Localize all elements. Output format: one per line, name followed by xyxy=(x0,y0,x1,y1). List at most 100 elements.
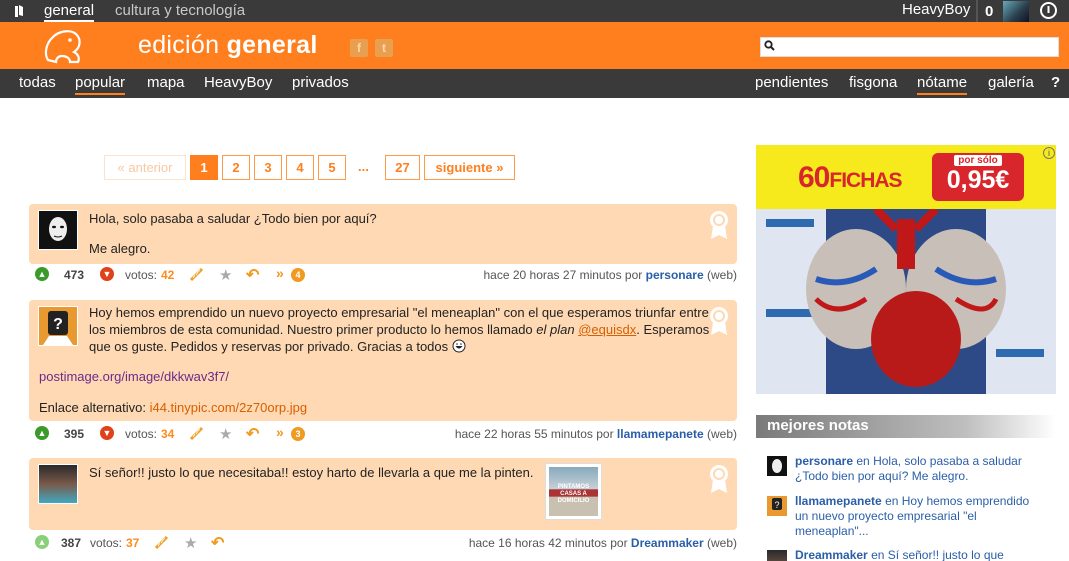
karma-value: 387 xyxy=(61,536,82,550)
note-text: Hola, solo pasaba a saludar ¿Todo bien p… xyxy=(89,210,689,257)
nav-popular[interactable]: popular xyxy=(75,74,126,95)
star-icon[interactable]: ★ xyxy=(219,266,232,284)
avatar[interactable] xyxy=(767,456,787,476)
best-note-item[interactable]: personare en Hola, solo pasaba a saludar… xyxy=(795,454,1045,484)
page-5[interactable]: 5 xyxy=(318,155,346,180)
advertisement[interactable]: 60FICHAS por sólo 0,95€ i xyxy=(756,145,1056,394)
note-author[interactable]: personare xyxy=(646,268,704,282)
reply-icon[interactable]: ↶ xyxy=(246,424,259,444)
note-via: (web) xyxy=(706,427,737,441)
best-note-item[interactable]: llamamepanete en Hoy hemos emprendido un… xyxy=(795,494,1045,539)
nav-fisgona[interactable]: fisgona xyxy=(849,74,897,91)
page-1[interactable]: 1 xyxy=(190,155,218,180)
best-note-item[interactable]: Dreammaker en Sí señor!! justo lo que xyxy=(795,548,1045,561)
vote-up-icon[interactable]: ▲ xyxy=(35,267,49,281)
reply-icon[interactable]: ↶ xyxy=(211,533,224,553)
feather-icon[interactable] xyxy=(189,266,205,285)
ad-info-icon[interactable]: i xyxy=(1043,147,1055,159)
nav-privados[interactable]: privados xyxy=(292,74,349,91)
ad-price-label: por sólo xyxy=(954,155,1002,166)
page-27[interactable]: 27 xyxy=(385,155,420,180)
avatar[interactable]: ? xyxy=(38,306,78,346)
note-text: Hoy hemos emprendido un nuevo proyecto e… xyxy=(89,304,729,355)
star-icon[interactable]: ★ xyxy=(184,534,197,552)
username-link[interactable]: HeavyBoy xyxy=(902,1,970,18)
laugh-emoji-icon xyxy=(452,339,466,354)
votes-label: votos: xyxy=(125,427,158,441)
note-paragraph: Hoy hemos emprendido un nuevo proyecto e… xyxy=(89,304,729,355)
nav-galeria[interactable]: galería xyxy=(988,74,1034,91)
best-note-author[interactable]: Dreammaker xyxy=(795,548,868,561)
search-box[interactable] xyxy=(760,37,1059,57)
notification-count[interactable]: 0 xyxy=(985,3,993,20)
votes-count[interactable]: 42 xyxy=(161,268,174,282)
avatar[interactable] xyxy=(767,550,787,561)
nav-mapa[interactable]: mapa xyxy=(147,74,185,91)
vote-down-icon[interactable]: ▼ xyxy=(100,426,114,440)
note-card: ? Hoy hemos emprendido un nuevo proyecto… xyxy=(29,300,737,421)
votes-label: votos: xyxy=(125,268,158,282)
reply-count[interactable]: 4 xyxy=(291,268,305,282)
conversation-icon[interactable]: » xyxy=(276,265,284,281)
avatar[interactable] xyxy=(38,210,78,250)
tab-general[interactable]: general xyxy=(44,2,95,22)
meneame-logo[interactable] xyxy=(40,26,86,66)
alt-link-label: Enlace alternativo: xyxy=(39,400,150,415)
best-note-author[interactable]: personare xyxy=(795,454,853,468)
reply-count[interactable]: 3 xyxy=(291,427,305,441)
note-footer: hace 22 horas 55 minutos por llamamepane… xyxy=(455,427,737,441)
votes-count[interactable]: 37 xyxy=(126,536,139,550)
ad-price-box: por sólo 0,95€ xyxy=(932,153,1024,201)
nav-help[interactable]: ? xyxy=(1051,74,1060,91)
note-via: (web) xyxy=(706,268,737,282)
vote-up-icon[interactable]: ▲ xyxy=(35,426,49,440)
search-icon xyxy=(764,40,775,54)
reply-icon[interactable]: ↶ xyxy=(246,265,259,285)
note-footer: hace 20 horas 27 minutos por personare (… xyxy=(484,268,738,282)
user-avatar[interactable] xyxy=(1003,1,1029,22)
karma-value: 473 xyxy=(64,268,85,282)
note-meta: ▲ 387 votos: 37 ★ ↶ hace 16 horas 42 min… xyxy=(35,534,737,552)
avatar[interactable]: ? xyxy=(767,496,787,516)
svg-text:?: ? xyxy=(53,316,63,333)
twitter-icon[interactable]: t xyxy=(375,39,393,57)
vote-up-icon[interactable]: ▲ xyxy=(35,535,49,549)
feather-icon[interactable] xyxy=(154,534,170,553)
title-light: edición xyxy=(138,31,220,59)
badge-icon xyxy=(708,210,730,240)
note-meta: ▲ 473 ▼ votos: 42 ★ ↶ » 4 hace 20 horas … xyxy=(35,265,738,285)
conversation-icon[interactable]: » xyxy=(276,424,284,440)
page-3[interactable]: 3 xyxy=(254,155,282,180)
tinypic-link[interactable]: i44.tinypic.com/2z70orp.jpg xyxy=(150,400,308,415)
nav-pendientes[interactable]: pendientes xyxy=(755,74,828,91)
nav-notame[interactable]: nótame xyxy=(917,74,968,95)
feather-icon[interactable] xyxy=(189,425,205,444)
note-author[interactable]: Dreammaker xyxy=(631,536,704,550)
nav-heavyboy[interactable]: HeavyBoy xyxy=(204,74,272,91)
site-logo-icon[interactable] xyxy=(13,4,25,18)
postimage-link[interactable]: postimage.org/image/dkkwav3f7/ xyxy=(39,368,229,385)
ad-title-word: FICHAS xyxy=(829,169,902,192)
alt-link-line: Enlace alternativo: i44.tinypic.com/2z70… xyxy=(39,399,307,416)
tab-cultura-y-tecnologia[interactable]: cultura y tecnología xyxy=(115,2,245,20)
vote-down-icon[interactable]: ▼ xyxy=(100,267,114,281)
next-page-button[interactable]: siguiente » xyxy=(424,155,515,180)
star-icon[interactable]: ★ xyxy=(219,425,232,443)
mention-link[interactable]: @equisdx xyxy=(578,322,636,337)
thumbnail-photo: PINTAMOS CASAS A DOMICILIO xyxy=(549,467,598,516)
votes-label: votos: xyxy=(90,536,123,550)
note-line: Me alegro. xyxy=(89,241,151,256)
facebook-icon[interactable]: f xyxy=(350,39,368,57)
page-2[interactable]: 2 xyxy=(222,155,250,180)
page-4[interactable]: 4 xyxy=(286,155,314,180)
best-note-author[interactable]: llamamepanete xyxy=(795,494,882,508)
best-note-text[interactable]: Sí señor!! justo lo que xyxy=(888,548,1004,561)
avatar[interactable] xyxy=(38,464,78,504)
note-image-thumbnail[interactable]: PINTAMOS CASAS A DOMICILIO xyxy=(545,463,602,520)
nav-todas[interactable]: todas xyxy=(19,74,56,91)
best-note-connector: en xyxy=(856,454,870,468)
note-author[interactable]: llamamepanete xyxy=(617,427,704,441)
votes-count[interactable]: 34 xyxy=(161,427,174,441)
best-note-connector: en xyxy=(871,548,885,561)
logout-icon[interactable] xyxy=(1040,2,1057,19)
